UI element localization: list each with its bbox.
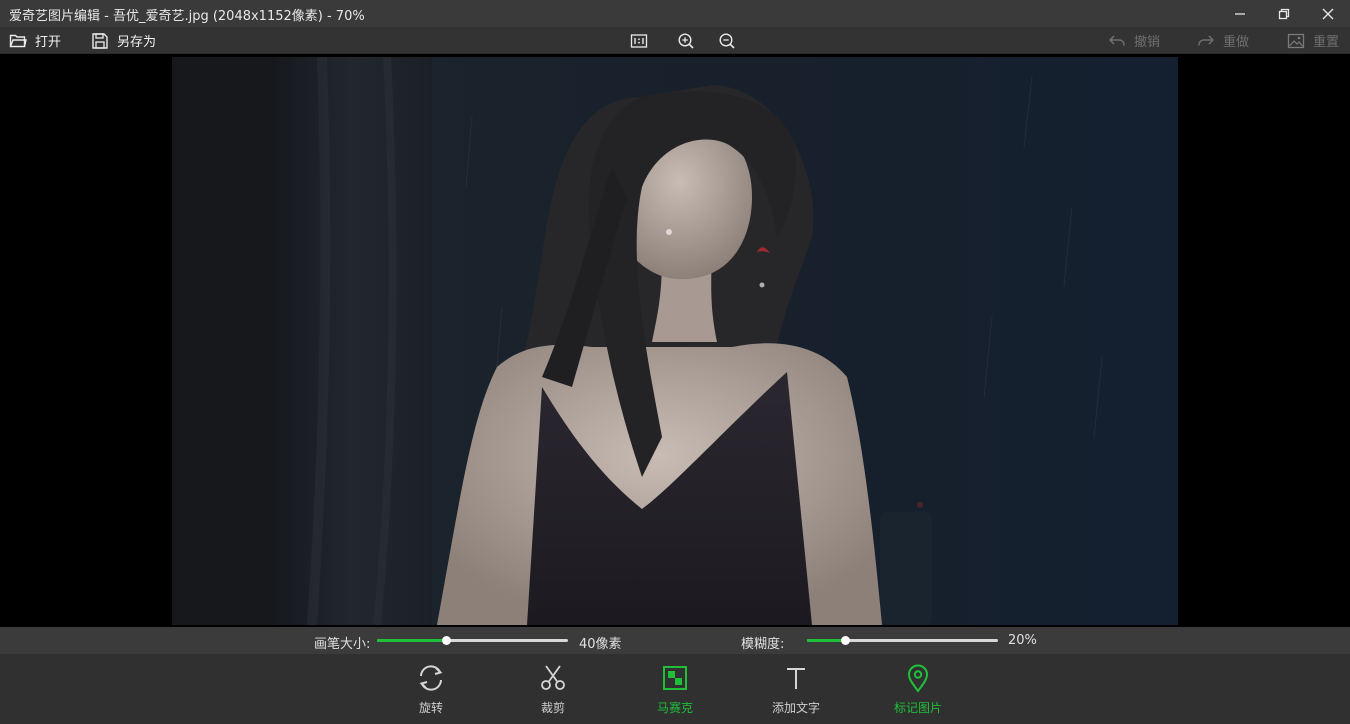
zoom-in-icon [678, 32, 694, 49]
rotate-icon [419, 665, 443, 691]
window-controls [1218, 0, 1350, 27]
rotate-tool[interactable]: 旋转 [391, 662, 471, 718]
brush-size-thumb[interactable] [442, 636, 451, 645]
add-text-label: 添加文字 [771, 701, 820, 715]
redo-label: 重做 [1223, 35, 1250, 50]
blur-slider[interactable] [807, 636, 998, 645]
actual-size-icon [630, 33, 648, 48]
blur-fill [807, 639, 845, 642]
crop-label: 裁剪 [540, 701, 565, 715]
brush-size-label: 画笔大小: [314, 637, 371, 652]
mosaic-label: 马赛克 [656, 701, 693, 715]
window-title: 爱奇艺图片编辑 - 吾优_爱奇艺.jpg (2048x1152像素) - 70% [9, 9, 365, 24]
undo-button[interactable]: 撤销 [1108, 27, 1160, 54]
undo-icon [1108, 34, 1125, 46]
restore-button[interactable] [1262, 0, 1306, 27]
scissors-icon [541, 665, 565, 690]
redo-button[interactable]: 重做 [1197, 27, 1249, 54]
blur-value: 20% [1008, 633, 1037, 648]
zoom-out-button[interactable] [718, 27, 736, 54]
crop-tool[interactable]: 裁剪 [513, 662, 593, 718]
mark-image-tool[interactable]: 标记图片 [878, 662, 958, 718]
minimize-button[interactable] [1218, 0, 1262, 27]
title-bar: 爱奇艺图片编辑 - 吾优_爱奇艺.jpg (2048x1152像素) - 70% [0, 0, 1350, 27]
image-canvas[interactable] [0, 54, 1350, 627]
portrait-illustration [172, 57, 1178, 625]
mark-image-label: 标记图片 [893, 701, 942, 715]
actual-size-button[interactable] [630, 27, 648, 54]
rotate-label: 旋转 [418, 701, 443, 715]
brush-size-value: 40像素 [579, 637, 622, 652]
restore-icon [1278, 8, 1290, 19]
save-icon [92, 32, 108, 49]
undo-label: 撤销 [1134, 35, 1161, 50]
edit-tools-bar: 旋转 裁剪 马赛克 添加文字 标记图片 [0, 654, 1350, 724]
close-icon [1322, 8, 1334, 19]
image-icon [1287, 33, 1305, 48]
add-text-tool[interactable]: 添加文字 [756, 662, 836, 718]
save-as-label: 另存为 [117, 35, 157, 50]
toolbar: 打开 另存为 撤销 重做 重置 [0, 27, 1350, 54]
open-label: 打开 [35, 35, 62, 50]
open-button[interactable]: 打开 [9, 27, 61, 54]
edited-image[interactable] [172, 57, 1178, 625]
mosaic-icon [663, 666, 687, 690]
mosaic-tool[interactable]: 马赛克 [635, 662, 715, 718]
brush-size-fill [377, 639, 446, 642]
reset-label: 重置 [1313, 35, 1340, 50]
image-editor-window: 爱奇艺图片编辑 - 吾优_爱奇艺.jpg (2048x1152像素) - 70%… [0, 0, 1350, 724]
redo-icon [1198, 34, 1215, 46]
save-as-button[interactable]: 另存为 [91, 27, 156, 54]
brush-settings-bar: 画笔大小: 40像素 模糊度: 20% [0, 627, 1350, 654]
folder-icon [9, 34, 27, 47]
reset-button[interactable]: 重置 [1287, 27, 1339, 54]
zoom-in-button[interactable] [677, 27, 695, 54]
blur-label: 模糊度: [741, 637, 785, 652]
text-icon [787, 668, 805, 689]
blur-thumb[interactable] [841, 636, 850, 645]
close-button[interactable] [1306, 0, 1350, 27]
brush-size-slider[interactable] [377, 636, 568, 645]
minimize-icon [1235, 12, 1245, 15]
map-pin-icon [907, 664, 929, 693]
zoom-out-icon [719, 32, 735, 49]
